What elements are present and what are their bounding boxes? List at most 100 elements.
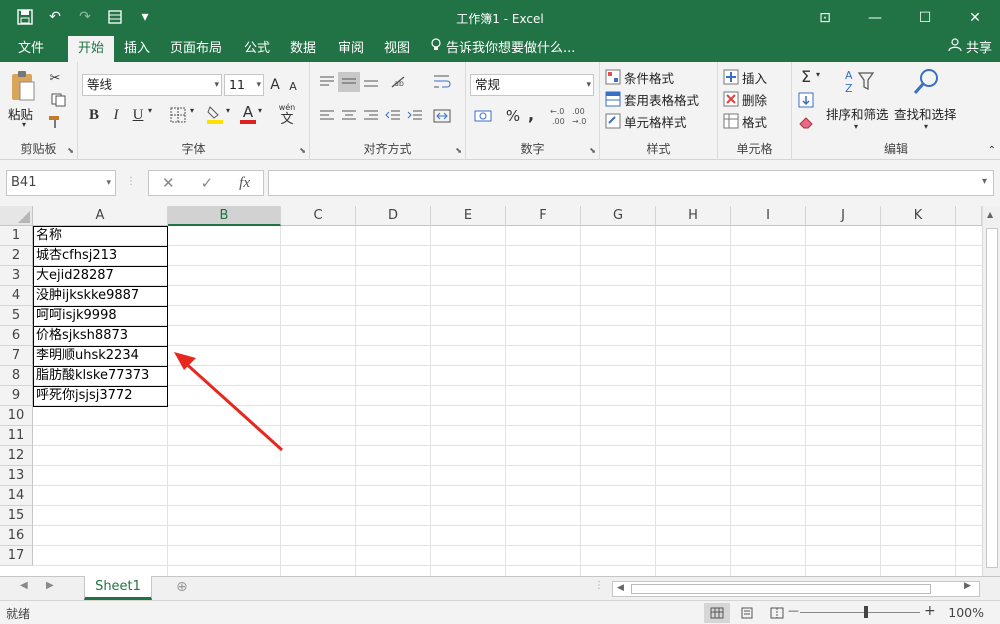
font-family-select[interactable]: 等线 ▾ — [82, 74, 222, 96]
cell-a2[interactable]: 城杏cfhsj213 — [33, 246, 168, 266]
row-header-13[interactable]: 13 — [0, 466, 33, 486]
row-header-3[interactable]: 3 — [0, 266, 33, 286]
tab-formulas[interactable]: 公式 — [234, 36, 280, 62]
cell-a8[interactable]: 脂肪酸klske77373 — [33, 366, 168, 386]
next-sheet-icon[interactable]: ▶ — [46, 580, 54, 591]
cell-a3[interactable]: 大ejid28287 — [33, 266, 168, 286]
row-header-5[interactable]: 5 — [0, 306, 33, 326]
borders-icon[interactable] — [166, 104, 190, 126]
horizontal-scroll-thumb[interactable] — [631, 584, 931, 594]
autosum-icon[interactable]: Σ — [796, 66, 816, 86]
shrink-font-icon[interactable]: A — [284, 76, 302, 96]
row-header-16[interactable]: 16 — [0, 526, 33, 546]
font-color-dropdown-icon[interactable]: ▾ — [258, 106, 262, 115]
find-dropdown-icon[interactable]: ▾ — [924, 122, 928, 131]
paste-icon[interactable] — [6, 68, 40, 104]
align-right-icon[interactable] — [360, 106, 382, 126]
sort-filter-label[interactable]: 排序和筛选 — [826, 104, 889, 123]
number-launcher-icon[interactable]: ⬊ — [589, 146, 596, 155]
cell-a7[interactable]: 李明顺uhsk2234 — [33, 346, 168, 366]
tab-file[interactable]: 文件 — [8, 36, 54, 62]
close-button[interactable]: ✕ — [950, 0, 1000, 36]
zoom-slider-thumb[interactable] — [864, 606, 868, 618]
sort-filter-icon[interactable]: AZ — [838, 66, 878, 96]
autosum-dropdown-icon[interactable]: ▾ — [816, 70, 820, 79]
bold-button[interactable]: B — [84, 104, 104, 126]
zoom-level[interactable]: 100% — [948, 605, 984, 620]
zoom-out-button[interactable]: — — [788, 604, 799, 617]
vertical-scroll-thumb[interactable] — [986, 228, 998, 568]
tab-insert[interactable]: 插入 — [114, 36, 160, 62]
cell-styles-label[interactable]: 单元格样式 — [624, 112, 687, 131]
ribbon-options-icon[interactable]: ⊡ — [800, 0, 850, 36]
tab-review[interactable]: 审阅 — [328, 36, 374, 62]
cell-a1[interactable]: 名称 — [33, 226, 168, 246]
cell-a4[interactable]: 没肿ijkskke9887 — [33, 286, 168, 306]
paste-dropdown-icon[interactable]: ▾ — [22, 120, 26, 129]
splitter-icon[interactable]: ⋮ — [594, 580, 604, 591]
align-left-icon[interactable] — [316, 106, 338, 126]
column-header-b[interactable]: B — [168, 206, 281, 226]
format-painter-icon[interactable] — [44, 112, 66, 132]
row-header-14[interactable]: 14 — [0, 486, 33, 506]
decrease-decimal-icon[interactable]: .00 →.0 — [572, 104, 594, 128]
row-header-9[interactable]: 9 — [0, 386, 33, 406]
find-select-label[interactable]: 查找和选择 — [894, 104, 957, 123]
column-header-a[interactable]: A — [33, 206, 168, 226]
expand-formula-icon[interactable]: ▾ — [982, 176, 987, 187]
comma-button[interactable]: , — [524, 104, 538, 124]
cell-styles-icon[interactable] — [604, 112, 622, 130]
font-launcher-icon[interactable]: ⬊ — [299, 146, 306, 155]
italic-button[interactable]: I — [106, 104, 126, 126]
grow-font-icon[interactable]: A — [266, 74, 284, 96]
drag-handle-icon[interactable]: ⋮ — [126, 176, 136, 187]
insert-function-icon[interactable]: fx — [239, 175, 250, 192]
increase-decimal-icon[interactable]: ←.0.00 — [550, 104, 572, 128]
row-header-7[interactable]: 7 — [0, 346, 33, 366]
vertical-scrollbar[interactable]: ▲ — [982, 206, 1000, 576]
add-sheet-icon[interactable]: ⊕ — [176, 579, 188, 595]
column-header-g[interactable]: G — [581, 206, 656, 226]
column-header-j[interactable]: J — [806, 206, 881, 226]
column-header-f[interactable]: F — [506, 206, 581, 226]
delete-cells-label[interactable]: 删除 — [742, 90, 767, 109]
decrease-indent-icon[interactable] — [382, 106, 404, 126]
page-layout-view-icon[interactable] — [734, 603, 760, 623]
cut-icon[interactable]: ✂ — [44, 68, 66, 88]
column-header-i[interactable]: I — [731, 206, 806, 226]
row-header-2[interactable]: 2 — [0, 246, 33, 266]
tab-home[interactable]: 开始 — [68, 36, 115, 62]
conditional-format-icon[interactable] — [604, 68, 622, 86]
format-cells-label[interactable]: 格式 — [742, 112, 767, 131]
accounting-format-icon[interactable] — [470, 106, 496, 126]
column-header-e[interactable]: E — [431, 206, 506, 226]
prev-sheet-icon[interactable]: ◀ — [20, 580, 28, 591]
insert-cells-icon[interactable] — [722, 68, 740, 86]
name-box[interactable]: B41 ▾ — [6, 170, 116, 196]
row-header-1[interactable]: 1 — [0, 226, 33, 246]
borders-dropdown-icon[interactable]: ▾ — [190, 106, 194, 115]
row-header-8[interactable]: 8 — [0, 366, 33, 386]
collapse-ribbon-icon[interactable]: ⌃ — [988, 145, 996, 156]
font-size-select[interactable]: 11 ▾ — [224, 74, 264, 96]
cell-a5[interactable]: 呵呵isjk9998 — [33, 306, 168, 326]
column-header-k[interactable]: K — [881, 206, 956, 226]
align-top-icon[interactable] — [316, 72, 338, 92]
underline-button[interactable]: U — [128, 104, 148, 126]
format-as-table-label[interactable]: 套用表格格式 — [624, 90, 699, 109]
cancel-icon[interactable]: ✕ — [162, 174, 175, 192]
minimize-button[interactable]: — — [850, 0, 900, 36]
tab-page-layout[interactable]: 页面布局 — [160, 36, 232, 62]
copy-icon[interactable] — [44, 90, 74, 110]
share-button[interactable]: 共享 — [948, 38, 992, 60]
cell-a6[interactable]: 价格sjksh8873 — [33, 326, 168, 346]
row-header-12[interactable]: 12 — [0, 446, 33, 466]
scroll-up-icon[interactable]: ▲ — [987, 210, 993, 219]
enter-icon[interactable]: ✓ — [201, 174, 214, 192]
row-header-6[interactable]: 6 — [0, 326, 33, 346]
page-break-view-icon[interactable] — [764, 603, 790, 623]
phonetic-icon[interactable]: wén 文 — [274, 100, 300, 128]
insert-cells-label[interactable]: 插入 — [742, 68, 767, 87]
horizontal-scrollbar[interactable]: ◀ — [612, 581, 980, 597]
delete-cells-icon[interactable] — [722, 90, 740, 108]
